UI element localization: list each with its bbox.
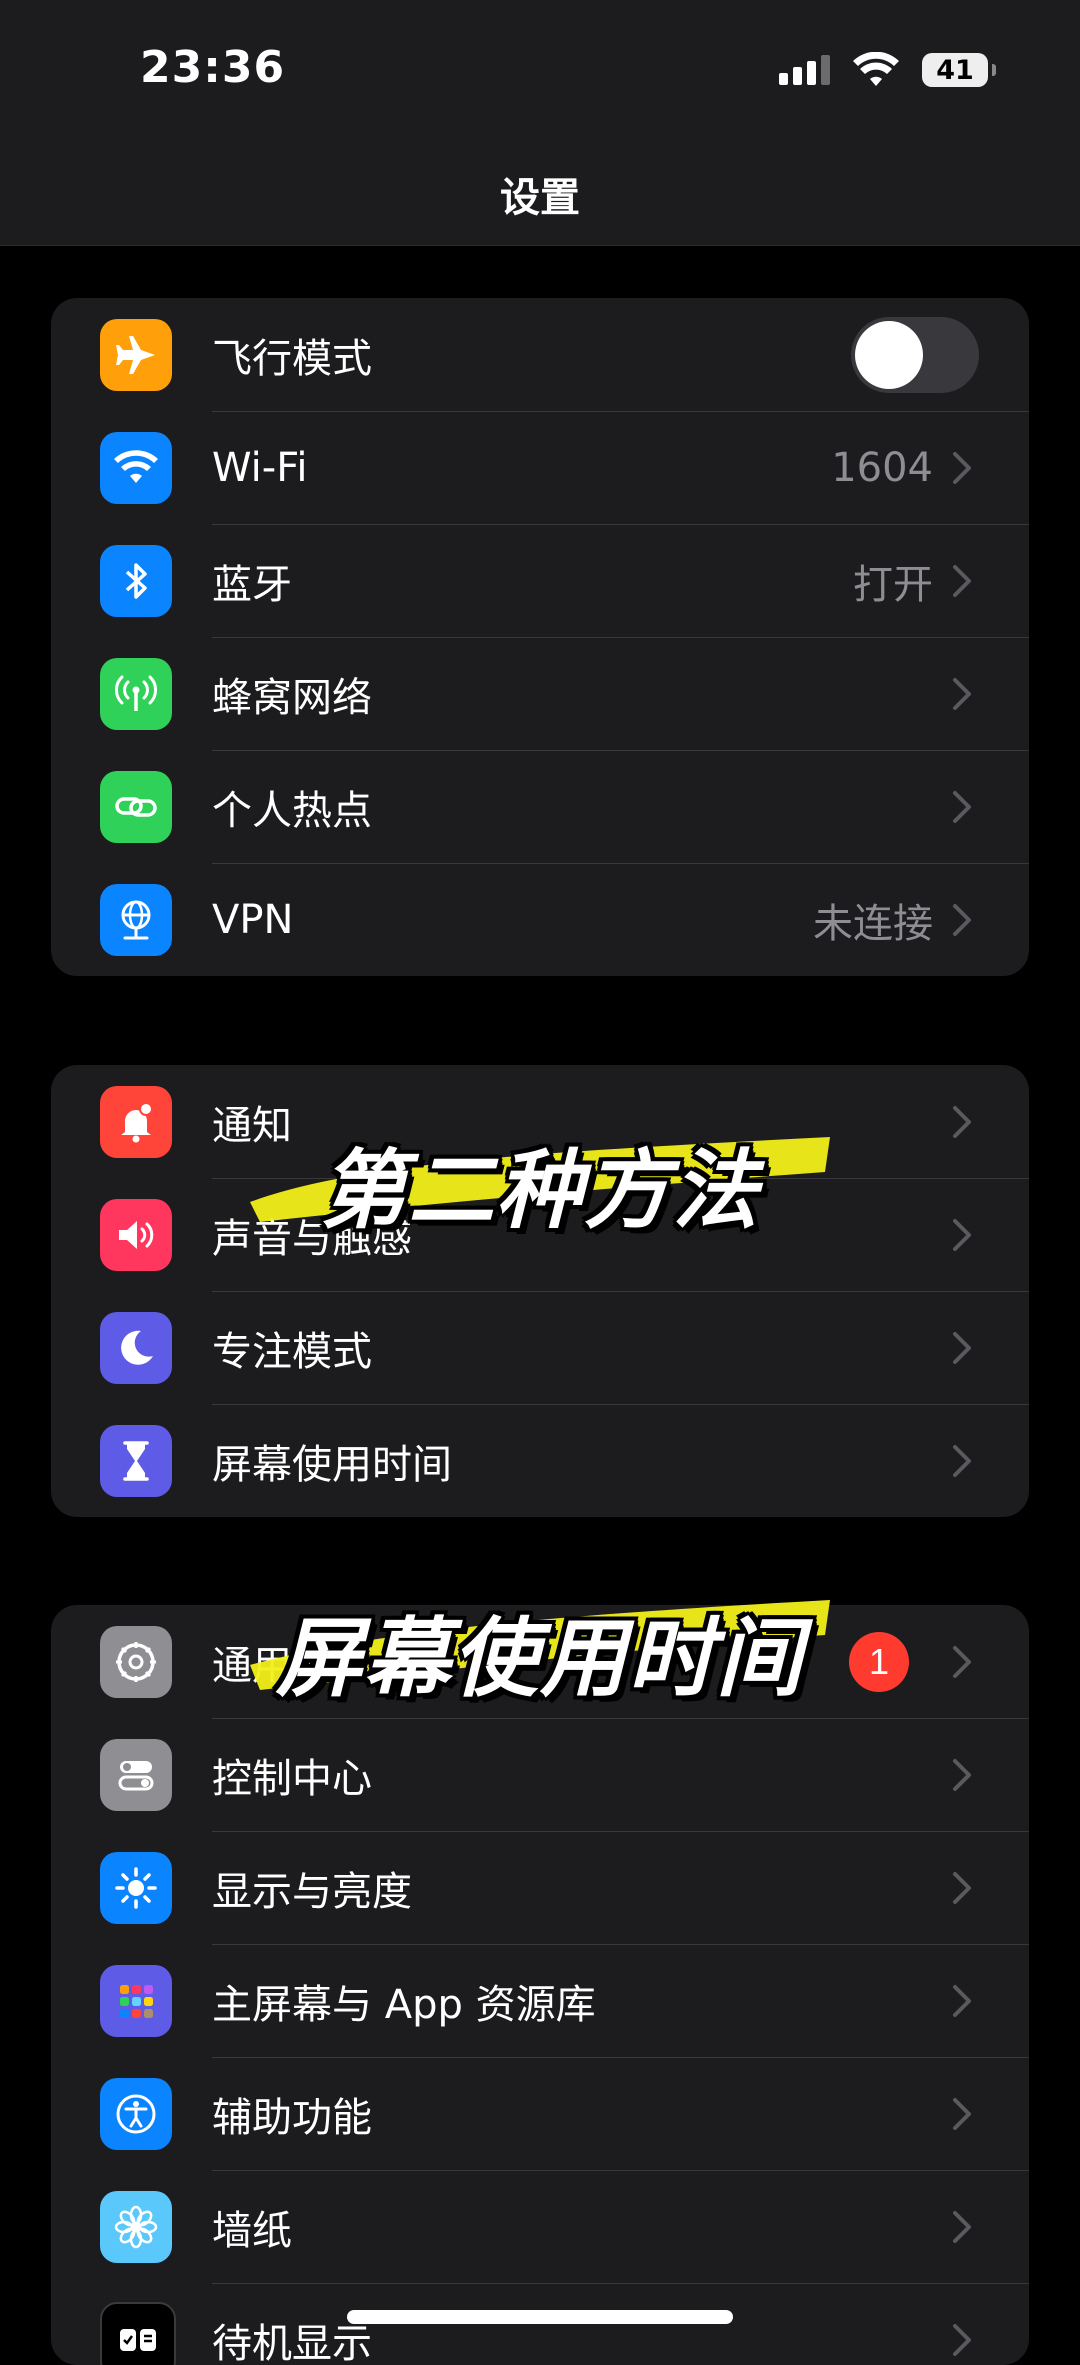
settings-row-label: 专注模式 <box>212 1319 372 1377</box>
settings-row-label: 个人热点 <box>212 778 372 836</box>
settings-row-label: 蓝牙 <box>212 552 292 610</box>
settings-row-label: Wi-Fi <box>212 445 307 491</box>
chevron-right-icon <box>945 787 979 827</box>
status-icons: 41 <box>779 52 988 88</box>
settings-row-value: 1604 <box>831 445 933 491</box>
navigation-header: 23:36 41 设置 <box>0 0 1080 246</box>
chevron-right-icon <box>945 1441 979 1481</box>
settings-row-label: 主屏幕与 App 资源库 <box>212 1972 596 2030</box>
hotspot-link-icon <box>100 771 172 843</box>
settings-row-value: 未连接 <box>813 891 933 949</box>
chevron-right-icon <box>945 2207 979 2247</box>
chevron-right-icon <box>945 1868 979 1908</box>
settings-row-label: 屏幕使用时间 <box>212 1432 452 1490</box>
home-indicator[interactable] <box>347 2310 733 2324</box>
cellular-signal-icon <box>779 55 830 85</box>
settings-row-label: 飞行模式 <box>212 326 372 384</box>
airplane-icon <box>100 319 172 391</box>
globe-network-icon <box>100 884 172 956</box>
overlay-caption-method: 第二种方法 <box>0 1092 1080 1262</box>
settings-row-label: 控制中心 <box>212 1746 372 1804</box>
app-grid-icon <box>100 1965 172 2037</box>
chevron-right-icon <box>945 1981 979 2021</box>
airplane-mode-toggle[interactable] <box>851 317 979 393</box>
flower-icon <box>100 2191 172 2263</box>
settings-row-airplane-mode[interactable]: 飞行模式 <box>51 298 1029 411</box>
chevron-right-icon <box>945 448 979 488</box>
chevron-right-icon <box>945 1755 979 1795</box>
chevron-right-icon <box>945 900 979 940</box>
settings-row-label: 墙纸 <box>212 2198 292 2256</box>
battery-icon: 41 <box>922 53 988 87</box>
settings-row-label: 辅助功能 <box>212 2085 372 2143</box>
hourglass-icon <box>100 1425 172 1497</box>
settings-row-screen-time[interactable]: 屏幕使用时间 <box>51 1404 1029 1517</box>
settings-row-label: VPN <box>212 897 293 943</box>
chevron-right-icon <box>945 674 979 714</box>
settings-row-home-screen-library[interactable]: 主屏幕与 App 资源库 <box>51 1944 1029 2057</box>
settings-row-value: 打开 <box>853 552 933 610</box>
settings-row-wallpaper[interactable]: 墙纸 <box>51 2170 1029 2283</box>
settings-row-wifi[interactable]: Wi-Fi 1604 <box>51 411 1029 524</box>
settings-row-cellular[interactable]: 蜂窝网络 <box>51 637 1029 750</box>
chevron-right-icon <box>945 2094 979 2134</box>
toggle-knob <box>855 321 923 389</box>
standby-icon <box>100 2302 176 2365</box>
settings-row-accessibility[interactable]: 辅助功能 <box>51 2057 1029 2170</box>
wifi-icon <box>100 432 172 504</box>
sun-icon <box>100 1852 172 1924</box>
settings-row-standby[interactable]: 待机显示 <box>51 2283 1029 2365</box>
caption-text: 屏幕使用时间 <box>0 1588 1080 1713</box>
cellular-antenna-icon <box>100 658 172 730</box>
overlay-caption-screen-time: 屏幕使用时间 <box>0 1560 1080 1730</box>
status-time: 23:36 <box>140 42 285 93</box>
settings-row-label: 显示与亮度 <box>212 1859 412 1917</box>
settings-group-connectivity: 飞行模式 Wi-Fi 1604 蓝牙 打开 蜂窝网络 个人热点 <box>51 298 1029 976</box>
settings-row-control-center[interactable]: 控制中心 <box>51 1718 1029 1831</box>
moon-icon <box>100 1312 172 1384</box>
chevron-right-icon <box>945 561 979 601</box>
settings-row-display-brightness[interactable]: 显示与亮度 <box>51 1831 1029 1944</box>
settings-row-personal-hotspot[interactable]: 个人热点 <box>51 750 1029 863</box>
settings-row-focus[interactable]: 专注模式 <box>51 1291 1029 1404</box>
wifi-icon <box>852 52 900 88</box>
settings-row-bluetooth[interactable]: 蓝牙 打开 <box>51 524 1029 637</box>
chevron-right-icon <box>945 1328 979 1368</box>
caption-text: 第二种方法 <box>0 1120 1080 1245</box>
chevron-right-icon <box>945 2320 979 2360</box>
accessibility-icon <box>100 2078 172 2150</box>
switches-icon <box>100 1739 172 1811</box>
settings-row-vpn[interactable]: VPN 未连接 <box>51 863 1029 976</box>
settings-row-label: 蜂窝网络 <box>212 665 372 723</box>
page-title: 设置 <box>0 165 1080 223</box>
bluetooth-icon <box>100 545 172 617</box>
